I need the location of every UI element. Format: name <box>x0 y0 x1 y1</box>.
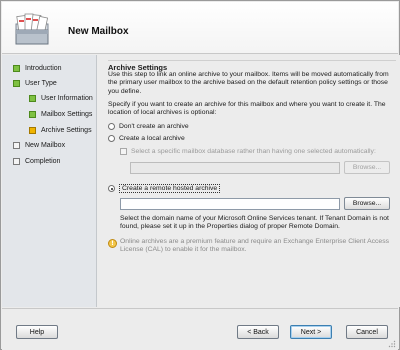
checkbox[interactable] <box>120 148 127 155</box>
sidebar-item-label: User Information <box>41 94 93 102</box>
remote-domain-field[interactable] <box>120 198 340 210</box>
sidebar-item-completion[interactable]: Completion <box>13 155 60 167</box>
sidebar-item-label: User Type <box>25 79 57 87</box>
step-pending-icon <box>13 157 20 165</box>
step-current-icon <box>29 126 36 134</box>
archive-settings-panel: Archive Settings Use this step to link a… <box>98 55 400 307</box>
step-complete-icon <box>29 94 36 102</box>
license-info-icon: ! <box>108 239 117 248</box>
radio-label: Create a local archive <box>119 135 185 142</box>
radio-label: Create a remote hosted archive <box>119 184 221 193</box>
wizard-title: New Mailbox <box>68 26 129 37</box>
radio-button-selected[interactable] <box>108 185 115 192</box>
radio-label: Don't create an archive <box>119 123 189 130</box>
sidebar-item-label: Completion <box>25 157 61 165</box>
sidebar-item-label: Archive Settings <box>41 126 92 134</box>
help-button[interactable]: Help <box>16 325 58 339</box>
sidebar-item-user-information[interactable]: User Information <box>29 92 93 104</box>
premium-feature-note: Online archives are a premium feature an… <box>120 238 389 254</box>
prompt-text: Specify if you want to create an archive… <box>108 101 386 117</box>
mailbox-icon <box>15 13 49 45</box>
sidebar-item-label: Mailbox Settings <box>41 110 93 118</box>
next-button[interactable]: Next > <box>290 325 332 339</box>
intro-text: Use this step to link an online archive … <box>108 71 389 95</box>
browse-database-button[interactable]: Browse... <box>344 161 390 174</box>
wizard-steps-sidebar: Introduction User Type User Information … <box>2 55 97 307</box>
step-complete-icon <box>13 79 20 87</box>
browse-remote-domain-button[interactable]: Browse... <box>344 197 390 210</box>
resize-grip-icon[interactable] <box>388 340 396 348</box>
radio-create-remote-archive[interactable]: Create a remote hosted archive <box>108 184 221 193</box>
wizard-footer: Help < Back Next > Cancel <box>2 308 398 350</box>
checkbox-label: Select a specific mailbox database rathe… <box>131 148 376 155</box>
remote-help-text: Select the domain name of your Microsoft… <box>120 215 389 231</box>
radio-button[interactable] <box>108 123 115 130</box>
checkbox-select-database[interactable]: Select a specific mailbox database rathe… <box>120 148 376 155</box>
back-button[interactable]: < Back <box>237 325 279 339</box>
radio-create-local-archive[interactable]: Create a local archive <box>108 135 185 142</box>
sidebar-item-new-mailbox[interactable]: New Mailbox <box>13 139 65 151</box>
section-divider <box>108 60 396 61</box>
wizard-header: New Mailbox <box>2 2 398 54</box>
radio-button[interactable] <box>108 135 115 142</box>
sidebar-item-label: Introduction <box>25 64 62 72</box>
sidebar-item-mailbox-settings[interactable]: Mailbox Settings <box>29 108 92 120</box>
sidebar-item-label: New Mailbox <box>25 141 66 149</box>
new-mailbox-wizard: New Mailbox Introduction User Type User … <box>0 0 400 350</box>
step-complete-icon <box>29 110 36 118</box>
sidebar-item-user-type[interactable]: User Type <box>13 77 57 89</box>
sidebar-item-archive-settings[interactable]: Archive Settings <box>29 124 92 136</box>
step-pending-icon <box>13 141 20 149</box>
sidebar-item-introduction[interactable]: Introduction <box>13 62 62 74</box>
local-database-field[interactable] <box>130 162 340 174</box>
step-complete-icon <box>13 64 20 72</box>
cancel-button[interactable]: Cancel <box>346 325 388 339</box>
radio-dont-create-archive[interactable]: Don't create an archive <box>108 123 189 130</box>
